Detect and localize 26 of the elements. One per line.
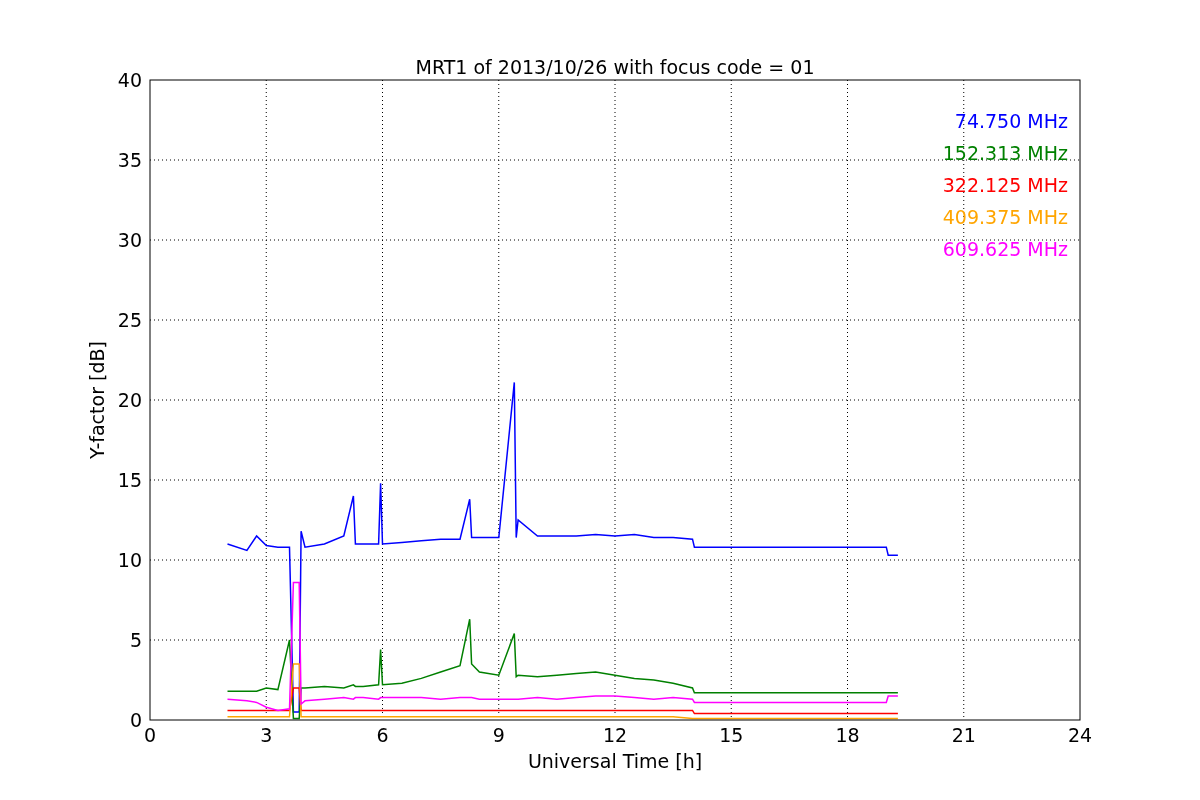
y-tick-label: 10: [117, 549, 142, 571]
x-tick-label: 21: [951, 724, 976, 746]
y-tick-label: 30: [117, 229, 142, 251]
legend-label: 152.313 MHz: [942, 142, 1068, 164]
x-tick-label: 6: [376, 724, 389, 746]
x-tick-label: 12: [602, 724, 628, 746]
y-tick-label: 25: [117, 309, 142, 331]
y-tick-label: 35: [117, 149, 142, 171]
x-tick-label: 15: [719, 724, 744, 746]
x-tick-label: 9: [492, 724, 505, 746]
legend-label: 409.375 MHz: [942, 206, 1068, 228]
y-tick-label: 15: [117, 469, 142, 491]
y-tick-label: 0: [129, 709, 142, 731]
x-tick-label: 24: [1067, 724, 1093, 746]
y-axis-label: Y-factor [dB]: [86, 341, 108, 459]
y-tick-label: 40: [117, 69, 142, 91]
x-axis-label: Universal Time [h]: [527, 750, 703, 772]
y-tick-label: 5: [129, 629, 142, 651]
chart-title: MRT1 of 2013/10/26 with focus code = 01: [415, 56, 815, 78]
y-tick-label: 20: [117, 389, 142, 411]
legend-label: 74.750 MHz: [954, 110, 1068, 132]
x-tick-label: 3: [260, 724, 273, 746]
legend-label: 322.125 MHz: [942, 174, 1068, 196]
x-tick-label: 18: [835, 724, 860, 746]
x-tick-label: 0: [143, 724, 157, 746]
legend-label: 609.625 MHz: [942, 238, 1068, 260]
